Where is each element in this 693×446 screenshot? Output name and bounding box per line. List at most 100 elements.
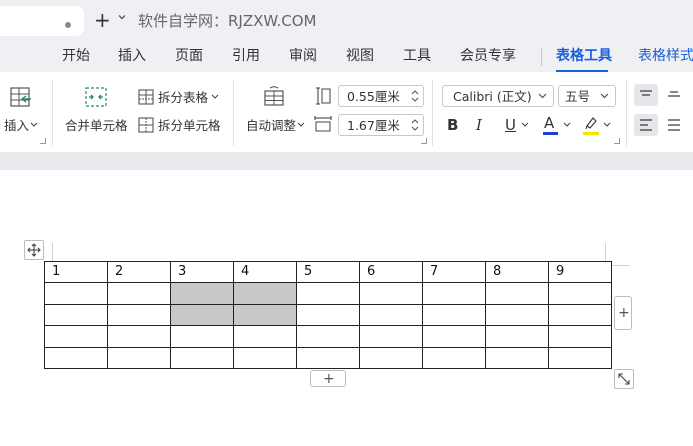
tab-review[interactable]: 审阅 [289, 47, 317, 65]
table-cell[interactable] [296, 325, 360, 348]
insert-label[interactable]: 插入 [4, 118, 29, 133]
table-cell[interactable] [485, 325, 549, 348]
table-cell[interactable] [170, 325, 234, 348]
new-tab-plus-icon[interactable]: + [94, 8, 111, 32]
table-cell[interactable] [44, 325, 108, 348]
table-cell[interactable] [422, 346, 486, 369]
highlight-icon[interactable] [583, 115, 599, 131]
table-cell[interactable] [422, 282, 486, 305]
tab-page[interactable]: 页面 [175, 47, 203, 65]
table-cell[interactable]: 1 [44, 260, 108, 284]
chevron-down-icon[interactable] [563, 122, 571, 128]
table-cell[interactable] [107, 346, 171, 369]
table-cell[interactable]: 5 [296, 260, 360, 284]
underline-button[interactable]: U [505, 116, 516, 134]
table-cell[interactable] [233, 303, 297, 327]
table-cell[interactable] [44, 282, 108, 305]
table-cell[interactable] [44, 303, 108, 327]
table-cell[interactable]: 4 [233, 260, 297, 284]
tab-member[interactable]: 会员专享 [460, 47, 516, 65]
stepper-arrows-icon[interactable] [409, 88, 421, 104]
row-height-value[interactable]: 0.55厘米 [347, 89, 400, 104]
split-cells-label[interactable]: 拆分单元格 [158, 118, 221, 133]
unsaved-dot-icon[interactable] [65, 22, 71, 28]
tab-table-style[interactable]: 表格样式 [638, 47, 693, 65]
dialog-launcher-icon[interactable] [421, 138, 427, 144]
chevron-down-icon[interactable] [118, 13, 126, 21]
table-cell[interactable] [422, 325, 486, 348]
auto-adjust-icon[interactable] [262, 86, 286, 108]
table-cell[interactable] [485, 303, 549, 327]
move-table-handle[interactable] [24, 240, 44, 260]
tab-view[interactable]: 视图 [346, 47, 374, 65]
table-cell[interactable] [548, 325, 612, 348]
table-cell[interactable] [107, 282, 171, 305]
split-table-label[interactable]: 拆分表格 [158, 90, 208, 105]
table-cell[interactable] [107, 325, 171, 348]
table-cell[interactable] [170, 346, 234, 369]
table-cell[interactable] [548, 346, 612, 369]
merge-cells-label[interactable]: 合并单元格 [65, 118, 128, 133]
table-cell[interactable] [422, 303, 486, 327]
chevron-down-icon[interactable] [538, 93, 547, 99]
stepper-arrows-icon[interactable] [409, 117, 421, 133]
dialog-launcher-icon[interactable] [40, 138, 46, 144]
tab-reference[interactable]: 引用 [232, 47, 260, 65]
table-cell[interactable] [485, 282, 549, 305]
merge-cells-icon[interactable] [84, 86, 108, 108]
bold-button[interactable]: B [447, 116, 458, 134]
align-top-button[interactable] [634, 84, 658, 106]
tab-insert[interactable]: 插入 [118, 47, 146, 65]
table-cell[interactable] [233, 282, 297, 305]
chevron-down-icon[interactable] [297, 122, 305, 128]
table-cell[interactable] [359, 303, 423, 327]
align-left-button[interactable] [634, 114, 658, 136]
resize-table-handle[interactable] [614, 369, 634, 389]
add-column-button[interactable]: + [614, 296, 632, 330]
col-width-value[interactable]: 1.67厘米 [347, 118, 400, 133]
font-name-value[interactable]: Calibri (正文) [453, 89, 532, 104]
font-name-select[interactable]: Calibri (正文) [442, 85, 554, 107]
align-center-button[interactable] [662, 84, 686, 106]
col-width-stepper[interactable]: 1.67厘米 [338, 114, 424, 136]
table-cell[interactable] [359, 282, 423, 305]
table-cell[interactable]: 9 [548, 260, 612, 284]
table-cell[interactable] [170, 282, 234, 305]
split-cells-icon[interactable] [138, 117, 154, 133]
table-cell[interactable]: 8 [485, 260, 549, 284]
add-row-button[interactable]: + [310, 370, 346, 387]
document-tab[interactable] [0, 6, 84, 36]
split-table-icon[interactable] [138, 89, 154, 105]
chevron-down-icon[interactable] [30, 122, 38, 128]
table-cell[interactable]: 3 [170, 260, 234, 284]
document-table[interactable]: 123456789 [44, 260, 612, 369]
table-cell[interactable]: 2 [107, 260, 171, 284]
table-cell[interactable] [170, 303, 234, 327]
table-cell[interactable] [233, 325, 297, 348]
chevron-down-icon[interactable] [603, 122, 611, 128]
font-color-button[interactable]: A [544, 114, 554, 132]
tab-tools[interactable]: 工具 [403, 47, 431, 65]
italic-button[interactable]: I [476, 116, 482, 134]
tab-home[interactable]: 开始 [62, 47, 90, 65]
table-cell[interactable] [296, 282, 360, 305]
align-justify-button[interactable] [662, 114, 686, 136]
table-cell[interactable] [296, 346, 360, 369]
table-cell[interactable] [548, 303, 612, 327]
table-cell[interactable] [296, 303, 360, 327]
font-size-value[interactable]: 五号 [565, 89, 590, 104]
chevron-down-icon[interactable] [211, 94, 219, 100]
dialog-launcher-icon[interactable] [614, 138, 620, 144]
font-size-select[interactable]: 五号 [558, 85, 616, 107]
table-cell[interactable] [359, 346, 423, 369]
table-cell[interactable]: 6 [359, 260, 423, 284]
row-height-stepper[interactable]: 0.55厘米 [338, 85, 424, 107]
insert-icon[interactable] [9, 86, 33, 108]
tab-table-tools[interactable]: 表格工具 [556, 47, 612, 65]
table-cell[interactable] [359, 325, 423, 348]
table-cell[interactable] [44, 346, 108, 369]
chevron-down-icon[interactable] [600, 93, 609, 99]
auto-adjust-label[interactable]: 自动调整 [246, 118, 296, 133]
table-cell[interactable] [548, 282, 612, 305]
table-cell[interactable] [233, 346, 297, 369]
